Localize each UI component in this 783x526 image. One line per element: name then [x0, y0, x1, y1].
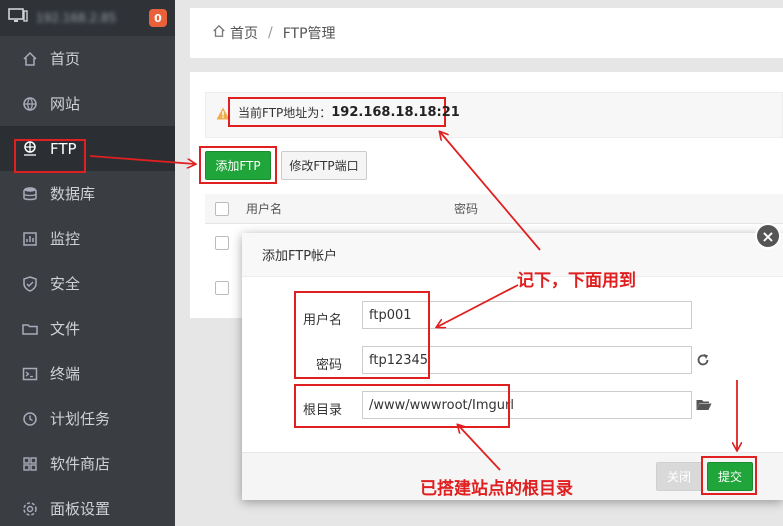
arrow-to-root-dir — [458, 425, 501, 471]
arrow-ftp-to-add — [89, 155, 195, 164]
arrow-to-credentials — [437, 284, 519, 327]
arrow-to-address — [440, 132, 541, 251]
annotation-arrows — [89, 0, 783, 471]
